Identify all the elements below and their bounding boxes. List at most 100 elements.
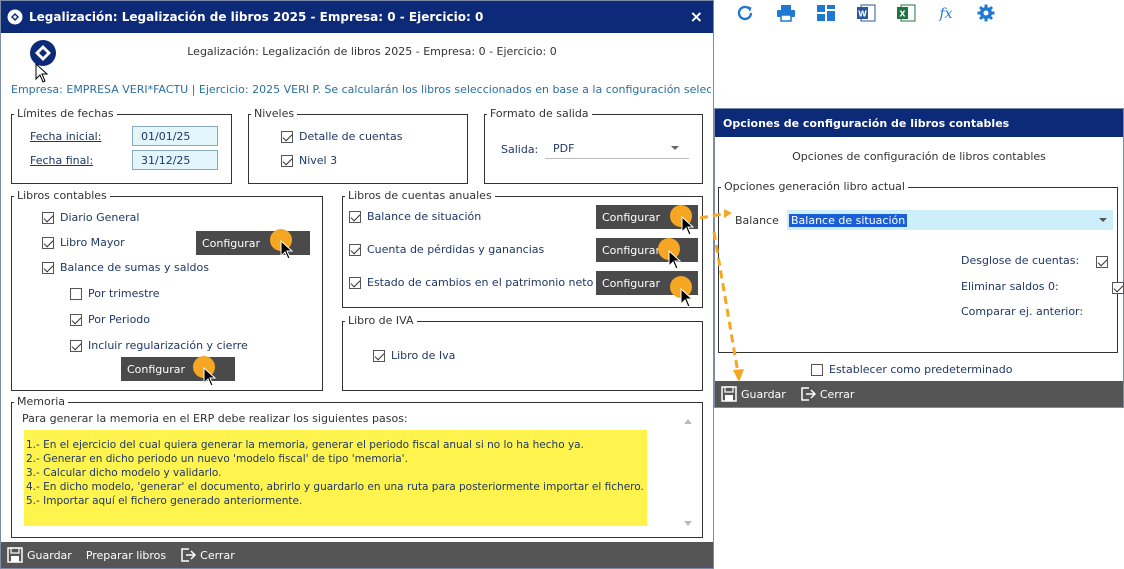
configurar-perdidas-button[interactable]: Configurar — [596, 238, 698, 262]
config-subtitle: Opciones de configuración de libros cont… — [792, 150, 1046, 163]
preparar-libros-button[interactable]: Preparar libros — [86, 549, 166, 562]
mayor-row[interactable]: Libro Mayor — [42, 236, 125, 249]
dropdown-arrow-icon — [671, 146, 679, 150]
cerrar-label: Cerrar — [200, 548, 235, 562]
fecha-inicial-label: Fecha inicial: — [30, 130, 102, 143]
config-cerrar-button[interactable]: Cerrar — [800, 386, 855, 402]
salida-label: Salida: — [501, 143, 539, 156]
print-icon[interactable] — [776, 4, 796, 22]
guardar-button[interactable]: Guardar — [7, 547, 72, 563]
balance-select-value: Balance de situación — [789, 213, 908, 227]
fecha-final-label: Fecha final: — [30, 154, 94, 167]
config-window: Opciones de configuración de libros cont… — [714, 108, 1124, 408]
config-guardar-button[interactable]: Guardar — [721, 386, 786, 402]
regularizacion-checkbox[interactable] — [70, 339, 82, 352]
libro-iva-checkbox[interactable] — [373, 349, 385, 362]
patrimonio-label: Estado de cambios en el patrimonio neto — [367, 276, 594, 289]
mayor-checkbox[interactable] — [42, 236, 54, 249]
limites-fechas-legend: Límites de fechas — [14, 107, 117, 120]
libros-contables-legend: Libros contables — [14, 189, 110, 202]
nivel3-checkbox[interactable] — [281, 154, 293, 167]
regularizacion-row[interactable]: Incluir regularización y cierre — [70, 339, 248, 352]
comparar-label: Comparar ej. anterior: — [961, 305, 1084, 318]
exit-icon — [801, 387, 816, 401]
detalle-cuentas-checkbox[interactable] — [281, 130, 293, 143]
legalizacion-window: Legalización: Legalización de libros 202… — [0, 0, 714, 569]
opciones-generacion-legend: Opciones generación libro actual — [721, 180, 908, 193]
word-icon[interactable]: W — [856, 4, 876, 22]
detalle-cuentas-label: Detalle de cuentas — [299, 130, 403, 143]
trimestre-row[interactable]: Por trimestre — [70, 287, 159, 300]
salida-select[interactable]: PDF — [545, 139, 689, 159]
guardar-label: Guardar — [27, 548, 72, 562]
perdidas-label: Cuenta de pérdidas y ganancias — [367, 243, 545, 256]
close-icon[interactable]: × — [690, 7, 703, 26]
diario-row[interactable]: Diario General — [42, 211, 139, 224]
cerrar-button[interactable]: Cerrar — [180, 547, 235, 563]
perdidas-row[interactable]: Cuenta de pérdidas y ganancias — [349, 243, 544, 256]
formula-icon[interactable]: fx — [936, 4, 956, 22]
niveles-legend: Niveles — [251, 107, 298, 120]
svg-text:X: X — [899, 10, 906, 19]
svg-text:W: W — [858, 10, 867, 19]
trimestre-label: Por trimestre — [88, 287, 160, 300]
trimestre-checkbox[interactable] — [70, 287, 82, 300]
excel-icon[interactable]: X — [896, 4, 916, 22]
memoria-step: 1.- En el ejercicio del cual quiera gene… — [26, 439, 584, 451]
eliminar-label: Eliminar saldos 0: — [961, 280, 1059, 293]
predeterminado-row[interactable]: Establecer como predeterminado — [811, 363, 1012, 376]
formato-salida-group: Formato de salida Salida: PDF — [484, 107, 703, 184]
svg-text:fx: fx — [938, 6, 952, 22]
scroll-down-icon[interactable] — [684, 521, 692, 526]
exit-icon — [181, 548, 197, 562]
memoria-steps-box: 1.- En el ejercicio del cual quiera gene… — [24, 430, 647, 526]
nivel3-row[interactable]: Nivel 3 — [281, 154, 337, 167]
periodo-label: Por Periodo — [88, 313, 151, 326]
refresh-icon[interactable] — [736, 4, 756, 22]
predeterminado-label: Establecer como predeterminado — [829, 363, 1013, 376]
diario-checkbox[interactable] — [42, 211, 54, 224]
preparar-label: Preparar libros — [85, 548, 167, 562]
regularizacion-label: Incluir regularización y cierre — [88, 339, 248, 352]
limites-fechas-group: Límites de fechas Fecha inicial: 01/01/2… — [11, 107, 232, 184]
perdidas-checkbox[interactable] — [349, 243, 361, 256]
sumas-label: Balance de sumas y saldos — [60, 261, 209, 274]
periodo-checkbox[interactable] — [70, 313, 82, 326]
patrimonio-checkbox[interactable] — [349, 276, 361, 289]
configurar-sumas-button[interactable]: Configurar — [121, 357, 235, 381]
balance-checkbox[interactable] — [349, 210, 361, 223]
fecha-final-input[interactable]: 31/12/25 — [132, 150, 218, 170]
config-cerrar-label: Cerrar — [819, 387, 855, 401]
app-logo-icon — [7, 9, 23, 25]
config-footer: Guardar Cerrar — [715, 381, 1123, 407]
libro-iva-row[interactable]: Libro de Iva — [373, 349, 455, 362]
patrimonio-row[interactable]: Estado de cambios en el patrimonio neto — [349, 276, 593, 289]
libros-anuales-group: Libros de cuentas anuales Balance de sit… — [342, 189, 703, 308]
dashboard-icon[interactable] — [816, 4, 836, 22]
config-guardar-label: Guardar — [741, 387, 786, 401]
desglose-checkbox[interactable] — [1096, 256, 1108, 268]
settings-icon[interactable] — [976, 4, 996, 22]
libro-iva-label: Libro de Iva — [391, 349, 456, 362]
balance-row[interactable]: Balance de situación — [349, 210, 481, 223]
scroll-up-icon[interactable] — [684, 419, 692, 424]
predeterminado-checkbox[interactable] — [811, 363, 823, 376]
memoria-step: 4.- En dicho modelo, 'generar' el docume… — [26, 481, 644, 493]
sumas-row[interactable]: Balance de sumas y saldos — [42, 261, 209, 274]
libros-contables-group: Libros contables Diario General Libro Ma… — [11, 189, 323, 391]
sumas-checkbox[interactable] — [42, 261, 54, 274]
balance-select[interactable]: Balance de situación — [787, 210, 1113, 230]
balance-label: Balance de situación — [367, 210, 482, 223]
save-icon — [7, 547, 23, 563]
periodo-row[interactable]: Por Periodo — [70, 313, 150, 326]
niveles-group: Niveles Detalle de cuentas Nivel 3 — [248, 107, 468, 184]
save-icon — [721, 386, 737, 402]
fecha-inicial-input[interactable]: 01/01/25 — [132, 126, 218, 146]
memoria-group: Memoria Para generar la memoria en el ER… — [11, 395, 703, 538]
opciones-generacion-group: Opciones generación libro actual Balance… — [718, 180, 1124, 353]
detalle-cuentas-row[interactable]: Detalle de cuentas — [281, 130, 402, 143]
eliminar-checkbox[interactable] — [1111, 282, 1124, 294]
balance-config-label: Balance — [735, 214, 779, 227]
mayor-label: Libro Mayor — [60, 236, 125, 249]
salida-value: PDF — [553, 142, 575, 155]
